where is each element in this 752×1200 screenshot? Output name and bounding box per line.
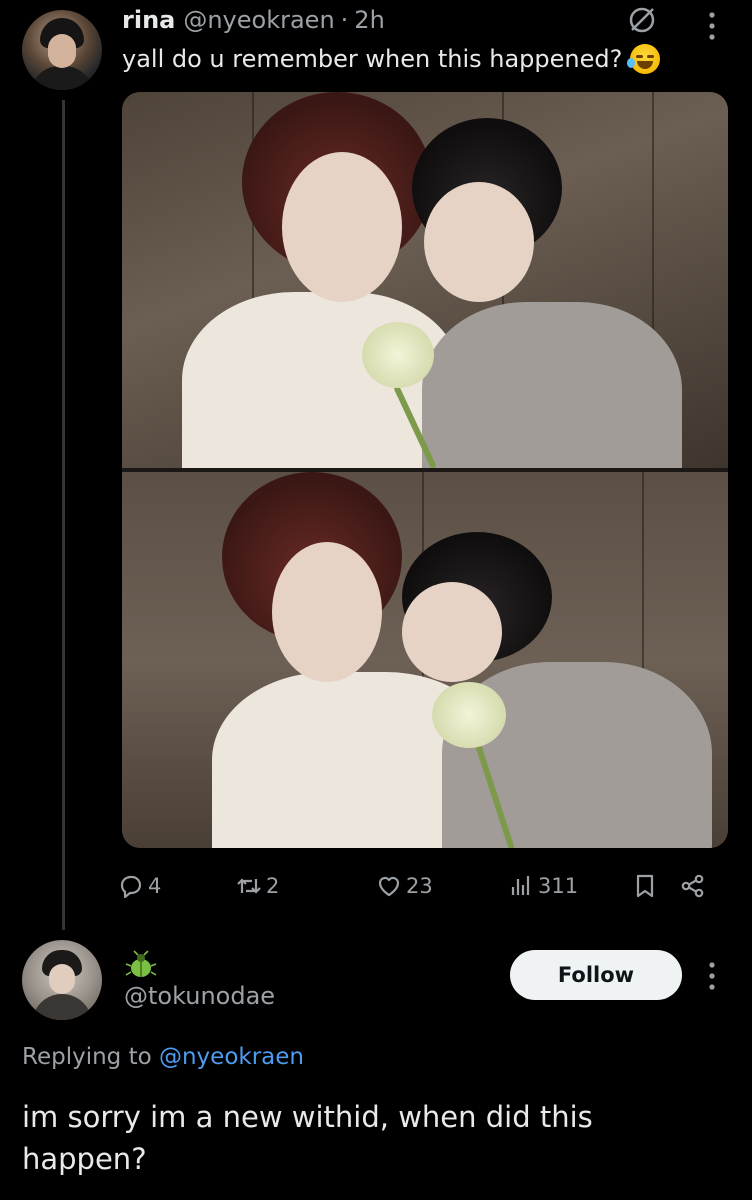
muted-conversation-icon[interactable]: [626, 4, 658, 36]
retweet-icon: [237, 878, 261, 894]
share-button[interactable]: [680, 866, 710, 906]
thread-connector-line: [62, 100, 65, 930]
bookmark-button[interactable]: [632, 866, 662, 906]
view-count: 311: [538, 874, 579, 898]
reply-text: im sorry im a new withid, when did this …: [22, 1100, 593, 1177]
views-button[interactable]: 311: [508, 866, 578, 906]
tweet-header: rina @nyeokraen · 2h: [122, 2, 385, 38]
reply-button[interactable]: 4: [118, 866, 161, 906]
reply-author-avatar[interactable]: [22, 940, 102, 1020]
author-handle[interactable]: @nyeokraen: [183, 6, 334, 34]
reply-count: 4: [148, 874, 162, 898]
face-with-tears-of-joy-icon: [627, 44, 661, 74]
reply-author-handle[interactable]: @tokunodae: [124, 982, 275, 1010]
tweet-text: yall do u remember when this happened?: [122, 44, 661, 74]
retweet-button[interactable]: 2: [236, 866, 279, 906]
more-options-icon[interactable]: [700, 8, 724, 44]
author-avatar[interactable]: [22, 10, 102, 90]
replying-to-line: Replying to @nyeokraen: [22, 1044, 304, 1070]
author-display-name[interactable]: rina: [122, 6, 175, 34]
share-icon: [681, 874, 704, 898]
tweet-actions: 4 2 23 311: [118, 866, 718, 906]
replying-to-mention[interactable]: @nyeokraen: [159, 1044, 304, 1070]
follow-button[interactable]: Follow: [510, 950, 682, 1000]
bug-icon: [125, 950, 157, 977]
tweet-media[interactable]: [122, 92, 728, 848]
tweet-thread: rina @nyeokraen · 2h yall do u remember …: [0, 0, 752, 1200]
views-chart-icon: [511, 876, 530, 895]
retweet-count: 2: [266, 874, 280, 898]
tweet-timestamp[interactable]: 2h: [354, 6, 384, 34]
more-options-icon[interactable]: [700, 958, 724, 994]
like-count: 23: [406, 874, 433, 898]
photo-1[interactable]: [122, 92, 728, 468]
photo-2[interactable]: [122, 472, 728, 848]
separator-dot: ·: [340, 6, 349, 34]
tweet-body: yall do u remember when this happened?: [122, 45, 623, 73]
reply-icon: [120, 875, 142, 899]
bookmark-icon: [636, 874, 654, 898]
like-button[interactable]: 23: [376, 866, 433, 906]
heart-icon: [378, 876, 400, 897]
replying-to-prefix: Replying to: [22, 1044, 159, 1070]
